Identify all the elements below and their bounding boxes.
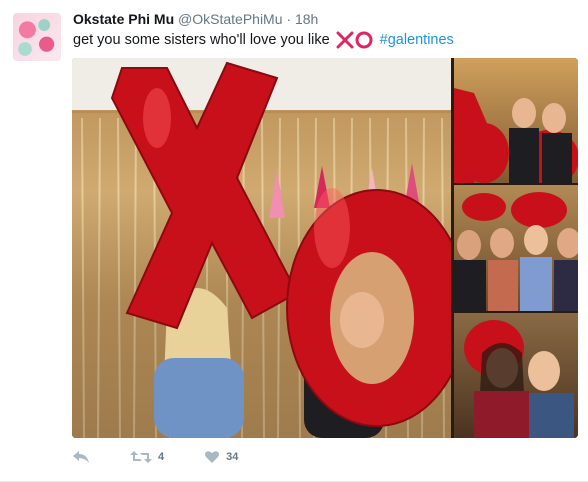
main-photo[interactable]: [72, 58, 451, 438]
media-grid[interactable]: [72, 58, 578, 438]
tweet-actions: 4 34: [72, 450, 278, 464]
retweet-count: 4: [158, 451, 165, 463]
xo-emoji-icon: [336, 31, 374, 49]
hashtag-link[interactable]: #galentines: [380, 32, 454, 48]
photo-thumb-1[interactable]: [454, 58, 578, 183]
heart-icon: [204, 450, 220, 464]
reply-button[interactable]: [72, 450, 90, 464]
like-button[interactable]: 34: [204, 450, 238, 464]
photo-thumb-2[interactable]: [454, 185, 578, 311]
separator-dot: ·: [286, 11, 292, 27]
retweet-icon: [130, 450, 152, 464]
retweet-button[interactable]: 4: [130, 450, 164, 464]
tweet-text: get you some sisters who'll love you lik…: [73, 31, 454, 49]
avatar[interactable]: [13, 13, 61, 61]
like-count: 34: [226, 451, 239, 463]
tweet-header: Okstate Phi Mu @OkStatePhiMu · 18h: [73, 11, 318, 27]
user-handle[interactable]: @OkStatePhiMu: [178, 11, 282, 27]
timestamp[interactable]: 18h: [295, 11, 318, 27]
tweet-text-body: get you some sisters who'll love you lik…: [73, 32, 330, 48]
tweet[interactable]: Okstate Phi Mu @OkStatePhiMu · 18h get y…: [0, 0, 588, 482]
display-name[interactable]: Okstate Phi Mu: [73, 11, 174, 27]
reply-icon: [72, 450, 90, 464]
photo-thumb-3[interactable]: [454, 313, 578, 438]
